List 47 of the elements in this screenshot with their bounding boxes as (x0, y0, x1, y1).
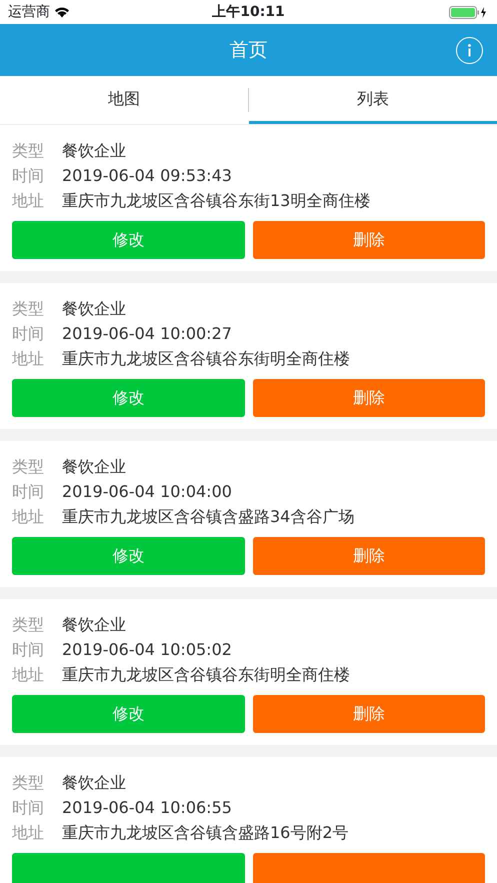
field-value: 餐饮企业 (62, 614, 126, 636)
field-label: 类型 (12, 614, 45, 636)
field-label: 时间 (12, 165, 45, 187)
status-time: 上午10:11 (212, 2, 285, 22)
field-value: 餐饮企业 (62, 772, 126, 794)
field-value: 2019-06-04 09:53:43 (62, 165, 232, 187)
field-label: 类型 (12, 140, 45, 162)
delete-button[interactable]: 删除 (252, 221, 485, 259)
info-button[interactable] (456, 37, 483, 64)
field-label: 地址 (12, 506, 45, 528)
field-label: 地址 (12, 822, 45, 844)
field-value: 2019-06-04 10:04:00 (62, 481, 232, 503)
battery-icon (449, 6, 489, 18)
field-label: 时间 (12, 797, 45, 819)
page-title: 首页 (230, 38, 268, 63)
edit-button[interactable]: 修改 (12, 537, 244, 575)
edit-button[interactable] (12, 853, 244, 883)
field-value: 餐饮企业 (62, 456, 126, 478)
field-value: 2019-06-04 10:06:55 (62, 797, 232, 819)
edit-button[interactable]: 修改 (12, 379, 244, 417)
delete-button[interactable]: 删除 (252, 379, 485, 417)
field-label: 地址 (12, 190, 45, 212)
field-value: 重庆市九龙坡区含谷镇含盛路16号附2号 (62, 822, 349, 844)
delete-button[interactable] (252, 853, 485, 883)
carrier-name: 运营商 (8, 2, 50, 22)
delete-button[interactable]: 删除 (252, 695, 485, 733)
delete-button[interactable]: 删除 (252, 537, 485, 575)
field-label: 地址 (12, 348, 45, 370)
field-value: 2019-06-04 10:00:27 (62, 323, 232, 345)
field-label: 类型 (12, 456, 45, 478)
field-value: 重庆市九龙坡区含谷镇谷东街13明全商住楼 (62, 190, 370, 212)
wifi-icon (54, 6, 70, 18)
field-label: 时间 (12, 481, 45, 503)
field-value: 重庆市九龙坡区含谷镇含盛路34含谷广场 (62, 506, 354, 528)
edit-button[interactable]: 修改 (12, 221, 244, 259)
field-value: 餐饮企业 (62, 140, 126, 162)
field-value: 重庆市九龙坡区含谷镇谷东街明全商住楼 (62, 348, 350, 370)
field-label: 地址 (12, 664, 45, 686)
info-icon (468, 44, 471, 57)
field-label: 类型 (12, 772, 45, 794)
edit-button[interactable]: 修改 (12, 695, 244, 733)
field-label: 类型 (12, 298, 45, 320)
field-label: 时间 (12, 323, 45, 345)
field-value: 餐饮企业 (62, 298, 126, 320)
field-value: 重庆市九龙坡区含谷镇谷东街明全商住楼 (62, 664, 350, 686)
field-value: 2019-06-04 10:05:02 (62, 639, 232, 661)
field-label: 时间 (12, 639, 45, 661)
